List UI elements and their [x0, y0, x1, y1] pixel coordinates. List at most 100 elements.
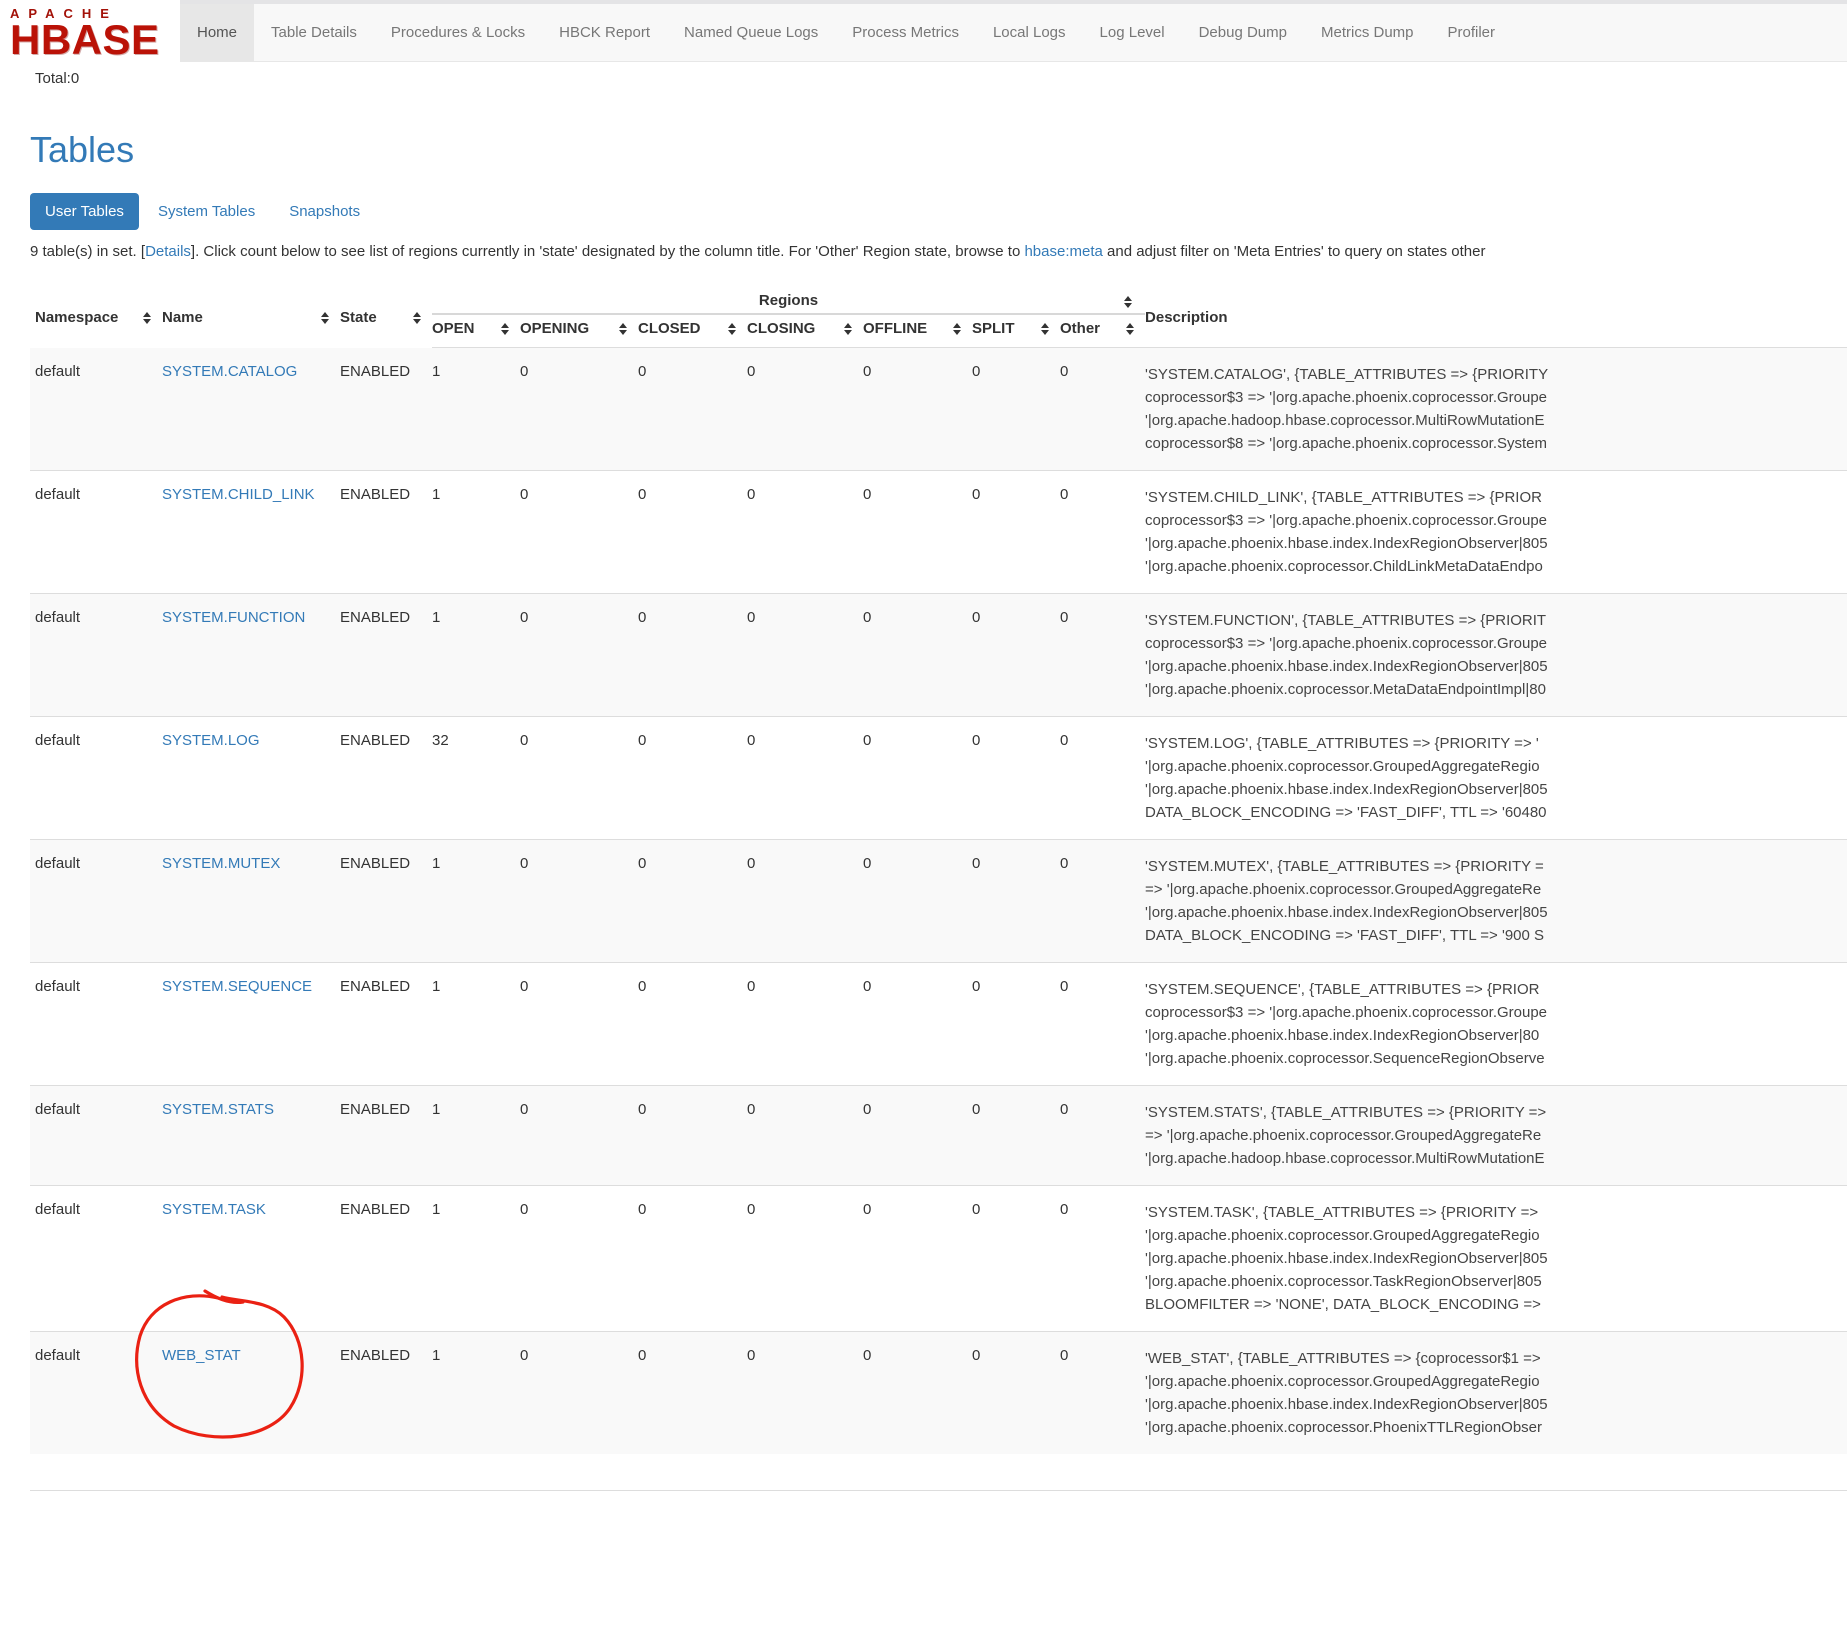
- offline-count-cell[interactable]: 0: [863, 1186, 972, 1332]
- header-name[interactable]: Name: [162, 286, 340, 348]
- table-name-link[interactable]: SYSTEM.STATS: [162, 1101, 274, 1118]
- sort-icon[interactable]: [501, 323, 510, 335]
- opening-count-cell[interactable]: 0: [520, 717, 638, 840]
- closed-count-cell[interactable]: 0: [638, 594, 747, 717]
- split-count-cell[interactable]: 0: [972, 1186, 1060, 1332]
- closing-count-cell[interactable]: 0: [747, 1332, 863, 1455]
- closed-count-cell[interactable]: 0: [638, 840, 747, 963]
- header-open[interactable]: OPEN: [432, 314, 520, 348]
- offline-count-cell[interactable]: 0: [863, 717, 972, 840]
- split-count-cell[interactable]: 0: [972, 1086, 1060, 1186]
- open-count-cell[interactable]: 1: [432, 1332, 520, 1455]
- split-count-cell[interactable]: 0: [972, 717, 1060, 840]
- open-count-cell[interactable]: 1: [432, 594, 520, 717]
- tab[interactable]: System Tables: [143, 193, 270, 230]
- other-count-cell[interactable]: 0: [1060, 840, 1145, 963]
- table-name-link[interactable]: SYSTEM.MUTEX: [162, 855, 280, 872]
- header-regions-group[interactable]: Regions: [432, 286, 1145, 314]
- closing-count-cell[interactable]: 0: [747, 840, 863, 963]
- opening-count-cell[interactable]: 0: [520, 471, 638, 594]
- closing-count-cell[interactable]: 0: [747, 963, 863, 1086]
- nav-item[interactable]: Table Details: [254, 4, 374, 62]
- closed-count-cell[interactable]: 0: [638, 1332, 747, 1455]
- closing-count-cell[interactable]: 0: [747, 1086, 863, 1186]
- split-count-cell[interactable]: 0: [972, 840, 1060, 963]
- nav-item[interactable]: HBCK Report: [542, 4, 667, 62]
- sort-icon[interactable]: [619, 323, 628, 335]
- sort-icon[interactable]: [844, 323, 853, 335]
- details-link[interactable]: Details: [145, 243, 191, 260]
- opening-count-cell[interactable]: 0: [520, 1186, 638, 1332]
- offline-count-cell[interactable]: 0: [863, 594, 972, 717]
- open-count-cell[interactable]: 1: [432, 471, 520, 594]
- hbase-logo[interactable]: APACHE HBASE: [0, 0, 180, 63]
- split-count-cell[interactable]: 0: [972, 594, 1060, 717]
- open-count-cell[interactable]: 1: [432, 1186, 520, 1332]
- header-state[interactable]: State: [340, 286, 432, 348]
- split-count-cell[interactable]: 0: [972, 348, 1060, 471]
- sort-icon[interactable]: [413, 312, 422, 324]
- sort-icon[interactable]: [1124, 296, 1133, 308]
- offline-count-cell[interactable]: 0: [863, 840, 972, 963]
- nav-item[interactable]: Process Metrics: [835, 4, 976, 62]
- sort-icon[interactable]: [1126, 323, 1135, 335]
- closed-count-cell[interactable]: 0: [638, 1086, 747, 1186]
- open-count-cell[interactable]: 1: [432, 963, 520, 1086]
- other-count-cell[interactable]: 0: [1060, 1332, 1145, 1455]
- closed-count-cell[interactable]: 0: [638, 471, 747, 594]
- sort-icon[interactable]: [953, 323, 962, 335]
- opening-count-cell[interactable]: 0: [520, 1086, 638, 1186]
- opening-count-cell[interactable]: 0: [520, 594, 638, 717]
- open-count-cell[interactable]: 1: [432, 840, 520, 963]
- closing-count-cell[interactable]: 0: [747, 594, 863, 717]
- closed-count-cell[interactable]: 0: [638, 348, 747, 471]
- open-count-cell[interactable]: 32: [432, 717, 520, 840]
- other-count-cell[interactable]: 0: [1060, 471, 1145, 594]
- header-offline[interactable]: OFFLINE: [863, 314, 972, 348]
- sort-icon[interactable]: [1041, 323, 1050, 335]
- closing-count-cell[interactable]: 0: [747, 471, 863, 594]
- closing-count-cell[interactable]: 0: [747, 717, 863, 840]
- split-count-cell[interactable]: 0: [972, 963, 1060, 1086]
- table-name-link[interactable]: WEB_STAT: [162, 1347, 241, 1364]
- open-count-cell[interactable]: 1: [432, 348, 520, 471]
- other-count-cell[interactable]: 0: [1060, 963, 1145, 1086]
- closing-count-cell[interactable]: 0: [747, 1186, 863, 1332]
- closed-count-cell[interactable]: 0: [638, 1186, 747, 1332]
- table-name-link[interactable]: SYSTEM.LOG: [162, 732, 260, 749]
- table-name-link[interactable]: SYSTEM.TASK: [162, 1201, 266, 1218]
- sort-icon[interactable]: [143, 312, 152, 324]
- header-closing[interactable]: CLOSING: [747, 314, 863, 348]
- other-count-cell[interactable]: 0: [1060, 1086, 1145, 1186]
- opening-count-cell[interactable]: 0: [520, 348, 638, 471]
- offline-count-cell[interactable]: 0: [863, 1086, 972, 1186]
- header-other[interactable]: Other: [1060, 314, 1145, 348]
- opening-count-cell[interactable]: 0: [520, 1332, 638, 1455]
- table-name-link[interactable]: SYSTEM.CATALOG: [162, 363, 297, 380]
- nav-item[interactable]: Log Level: [1083, 4, 1182, 62]
- table-name-link[interactable]: SYSTEM.FUNCTION: [162, 609, 305, 626]
- sort-icon[interactable]: [728, 323, 737, 335]
- other-count-cell[interactable]: 0: [1060, 594, 1145, 717]
- other-count-cell[interactable]: 0: [1060, 717, 1145, 840]
- other-count-cell[interactable]: 0: [1060, 1186, 1145, 1332]
- open-count-cell[interactable]: 1: [432, 1086, 520, 1186]
- tab[interactable]: User Tables: [30, 193, 139, 230]
- header-split[interactable]: SPLIT: [972, 314, 1060, 348]
- tab[interactable]: Snapshots: [274, 193, 375, 230]
- sort-icon[interactable]: [321, 312, 330, 324]
- split-count-cell[interactable]: 0: [972, 1332, 1060, 1455]
- hbase-meta-link[interactable]: hbase:meta: [1024, 243, 1102, 260]
- closing-count-cell[interactable]: 0: [747, 348, 863, 471]
- nav-item[interactable]: Profiler: [1431, 4, 1513, 62]
- header-namespace[interactable]: Namespace: [30, 286, 162, 348]
- other-count-cell[interactable]: 0: [1060, 348, 1145, 471]
- closed-count-cell[interactable]: 0: [638, 963, 747, 1086]
- nav-item[interactable]: Named Queue Logs: [667, 4, 835, 62]
- table-name-link[interactable]: SYSTEM.CHILD_LINK: [162, 486, 315, 503]
- opening-count-cell[interactable]: 0: [520, 840, 638, 963]
- header-opening[interactable]: OPENING: [520, 314, 638, 348]
- nav-item[interactable]: Metrics Dump: [1304, 4, 1431, 62]
- split-count-cell[interactable]: 0: [972, 471, 1060, 594]
- offline-count-cell[interactable]: 0: [863, 471, 972, 594]
